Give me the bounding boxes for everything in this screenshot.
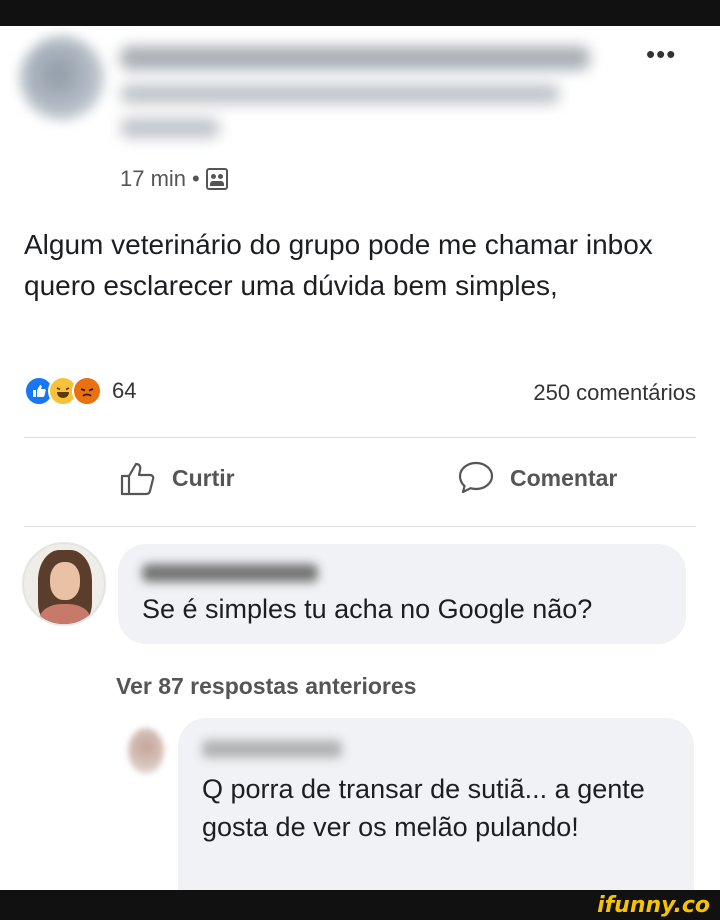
comment-icon xyxy=(458,461,494,494)
divider-top xyxy=(24,437,696,438)
divider-bottom xyxy=(24,526,696,527)
comment-label: Comentar xyxy=(510,464,618,491)
post-time[interactable]: 17 min xyxy=(120,166,186,192)
post-meta: 17 min • xyxy=(120,166,228,192)
more-options-icon[interactable]: ••• xyxy=(646,41,676,67)
blurred-commenter-name[interactable] xyxy=(142,564,318,582)
comment-text: Se é simples tu acha no Google não? xyxy=(142,594,593,624)
blurred-group-name[interactable] xyxy=(120,84,560,104)
reply-text: Q porra de transar de sutiã... a gente g… xyxy=(202,774,645,842)
like-label: Curtir xyxy=(172,464,235,491)
thumbs-up-icon xyxy=(120,462,155,496)
comment-bubble: Se é simples tu acha no Google não? xyxy=(118,544,686,644)
reply-commenter-avatar[interactable] xyxy=(128,728,164,774)
comment-button[interactable]: Comentar xyxy=(456,458,617,498)
angry-reaction-icon xyxy=(72,376,102,406)
ifunny-watermark: ifunny.co xyxy=(597,893,710,918)
reaction-count: 64 xyxy=(112,378,137,403)
view-previous-replies-link[interactable]: Ver 87 respostas anteriores xyxy=(116,673,416,700)
like-button[interactable]: Curtir xyxy=(118,458,235,498)
comment-count[interactable]: 250 comentários xyxy=(533,380,696,406)
post-author-avatar[interactable] xyxy=(20,36,104,120)
bottom-bar: ifunny.co xyxy=(0,890,720,920)
blurred-reply-commenter-name[interactable] xyxy=(202,740,342,758)
meta-separator: • xyxy=(192,166,200,191)
reply-bubble: Q porra de transar de sutiã... a gente g… xyxy=(178,718,694,890)
reactions-summary[interactable]: 64 xyxy=(24,376,136,406)
commenter-avatar[interactable] xyxy=(22,542,106,626)
blurred-group-name-line2 xyxy=(120,118,220,138)
group-audience-icon xyxy=(205,168,228,190)
top-bar xyxy=(0,0,720,26)
blurred-author-name[interactable] xyxy=(120,46,590,70)
post-text: Algum veterinário do grupo pode me chama… xyxy=(24,229,653,301)
